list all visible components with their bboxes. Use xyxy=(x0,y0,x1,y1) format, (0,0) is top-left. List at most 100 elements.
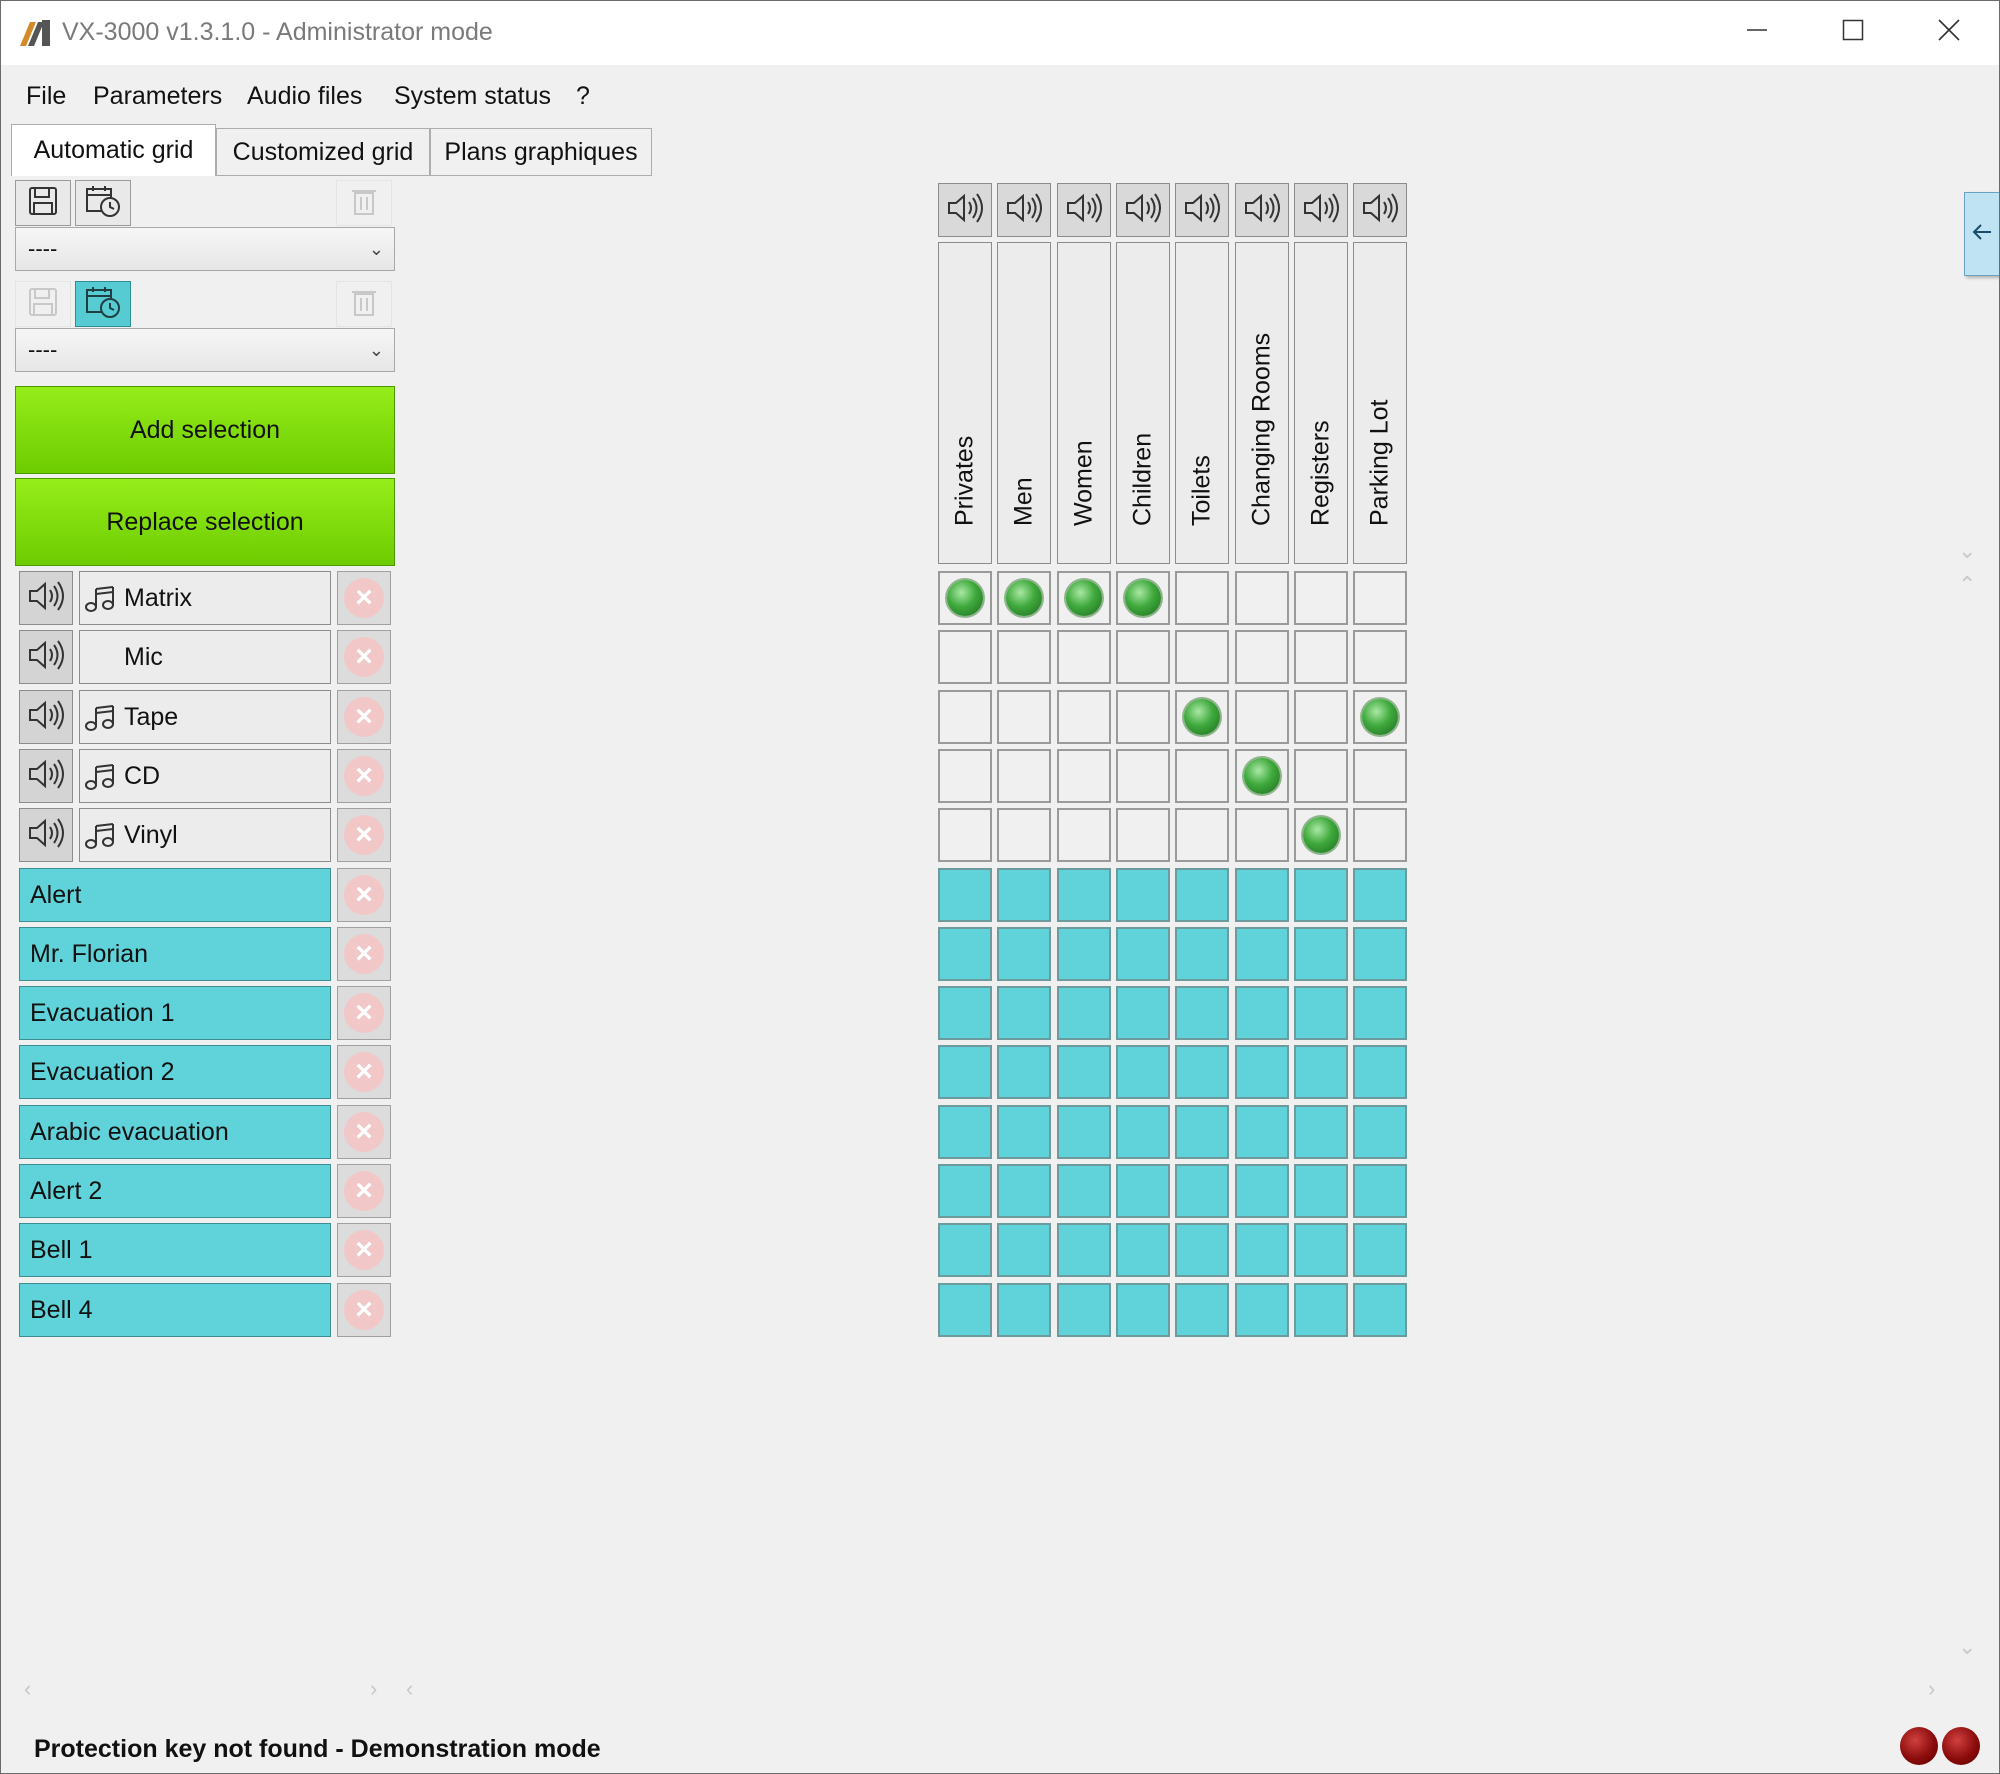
grid-cell[interactable] xyxy=(997,927,1051,981)
grid-cell[interactable] xyxy=(1235,868,1289,922)
monitor-mic-button[interactable] xyxy=(19,630,73,684)
message-alert-button[interactable]: Alert xyxy=(19,868,331,922)
monitor-tape-button[interactable] xyxy=(19,690,73,744)
grid-cell[interactable] xyxy=(1235,1045,1289,1099)
scroll-down-icon[interactable]: ⌄ xyxy=(1958,538,1976,564)
zone-children-monitor-button[interactable] xyxy=(1116,183,1170,237)
grid-cell[interactable] xyxy=(1353,1045,1407,1099)
grid-cell[interactable] xyxy=(1175,749,1229,803)
grid-cell[interactable] xyxy=(1116,690,1170,744)
grid-cell[interactable] xyxy=(938,868,992,922)
grid-cell[interactable] xyxy=(1294,1283,1348,1337)
message-evacuation-1-button[interactable]: Evacuation 1 xyxy=(19,986,331,1040)
grid-cell[interactable] xyxy=(1175,571,1229,625)
add-selection-button[interactable]: Add selection xyxy=(15,386,395,474)
remove-evacuation-1-button[interactable]: × xyxy=(337,986,391,1040)
save-preset-button[interactable] xyxy=(15,180,71,226)
grid-cell[interactable] xyxy=(1294,1223,1348,1277)
source-matrix-button[interactable]: Matrix xyxy=(79,571,331,625)
grid-cell[interactable] xyxy=(1175,868,1229,922)
preset-select-2[interactable]: ---- ⌄ xyxy=(15,328,395,372)
save-schedule-button[interactable] xyxy=(15,281,71,327)
message-mr-florian-button[interactable]: Mr. Florian xyxy=(19,927,331,981)
grid-cell[interactable] xyxy=(1294,927,1348,981)
message-alert-2-button[interactable]: Alert 2 xyxy=(19,1164,331,1218)
grid-cell[interactable] xyxy=(1353,749,1407,803)
grid-cell[interactable] xyxy=(1175,1105,1229,1159)
zone-toilets-monitor-button[interactable] xyxy=(1175,183,1229,237)
grid-cell[interactable] xyxy=(1057,690,1111,744)
remove-arabic-evacuation-button[interactable]: × xyxy=(337,1105,391,1159)
remove-cd-button[interactable]: × xyxy=(337,749,391,803)
grid-cell[interactable] xyxy=(938,808,992,862)
remove-bell-4-button[interactable]: × xyxy=(337,1283,391,1337)
grid-cell[interactable] xyxy=(938,630,992,684)
zone-changing-rooms-monitor-button[interactable] xyxy=(1235,183,1289,237)
grid-cell[interactable] xyxy=(1116,868,1170,922)
grid-cell[interactable] xyxy=(1116,749,1170,803)
menu-file[interactable]: File xyxy=(26,76,66,116)
monitor-vinyl-button[interactable] xyxy=(19,808,73,862)
source-vinyl-button[interactable]: Vinyl xyxy=(79,808,331,862)
grid-cell[interactable] xyxy=(997,630,1051,684)
grid-cell[interactable] xyxy=(1175,927,1229,981)
grid-cell[interactable] xyxy=(938,1164,992,1218)
grid-cell[interactable] xyxy=(1353,630,1407,684)
zone-changing-rooms-header[interactable]: Changing Rooms xyxy=(1235,242,1289,564)
grid-cell[interactable] xyxy=(1294,986,1348,1040)
grid-cell[interactable] xyxy=(1175,630,1229,684)
grid-cell[interactable] xyxy=(1353,1223,1407,1277)
grid-cell[interactable] xyxy=(1353,690,1407,744)
grid-cell[interactable] xyxy=(1057,1283,1111,1337)
remove-alert-2-button[interactable]: × xyxy=(337,1164,391,1218)
schedule-button[interactable] xyxy=(75,180,131,226)
grid-cell[interactable] xyxy=(938,986,992,1040)
grid-cell[interactable] xyxy=(1235,927,1289,981)
grid-cell[interactable] xyxy=(1057,868,1111,922)
grid-cell[interactable] xyxy=(1116,1045,1170,1099)
grid-cell[interactable] xyxy=(1294,1045,1348,1099)
remove-tape-button[interactable]: × xyxy=(337,690,391,744)
remove-evacuation-2-button[interactable]: × xyxy=(337,1045,391,1099)
grid-cell[interactable] xyxy=(997,1283,1051,1337)
zone-parking-lot-header[interactable]: Parking Lot xyxy=(1353,242,1407,564)
zone-registers-monitor-button[interactable] xyxy=(1294,183,1348,237)
zone-privates-header[interactable]: Privates xyxy=(938,242,992,564)
grid-cell[interactable] xyxy=(997,1105,1051,1159)
grid-cell[interactable] xyxy=(1353,1164,1407,1218)
grid-cell[interactable] xyxy=(997,690,1051,744)
message-bell-4-button[interactable]: Bell 4 xyxy=(19,1283,331,1337)
grid-cell[interactable] xyxy=(1175,1045,1229,1099)
message-arabic-evacuation-button[interactable]: Arabic evacuation xyxy=(19,1105,331,1159)
message-evacuation-2-button[interactable]: Evacuation 2 xyxy=(19,1045,331,1099)
grid-cell[interactable] xyxy=(938,1105,992,1159)
remove-bell-1-button[interactable]: × xyxy=(337,1223,391,1277)
grid-cell[interactable] xyxy=(1235,571,1289,625)
grid-cell[interactable] xyxy=(1294,749,1348,803)
tab-customized-grid[interactable]: Customized grid xyxy=(216,128,430,176)
scroll-left-icon[interactable]: ‹ xyxy=(406,1676,413,1702)
monitor-cd-button[interactable] xyxy=(19,749,73,803)
zone-men-monitor-button[interactable] xyxy=(997,183,1051,237)
zone-parking-lot-monitor-button[interactable] xyxy=(1353,183,1407,237)
grid-cell[interactable] xyxy=(1235,630,1289,684)
remove-mr-florian-button[interactable]: × xyxy=(337,927,391,981)
grid-cell[interactable] xyxy=(1175,808,1229,862)
grid-cell[interactable] xyxy=(938,1223,992,1277)
source-mic-button[interactable]: Mic xyxy=(79,630,331,684)
grid-cell[interactable] xyxy=(938,1045,992,1099)
grid-cell[interactable] xyxy=(1175,1164,1229,1218)
zone-women-header[interactable]: Women xyxy=(1057,242,1111,564)
minimize-button[interactable] xyxy=(1709,1,1805,63)
source-cd-button[interactable]: CD xyxy=(79,749,331,803)
grid-cell[interactable] xyxy=(1116,1223,1170,1277)
grid-cell[interactable] xyxy=(1353,1283,1407,1337)
grid-cell[interactable] xyxy=(1294,808,1348,862)
zone-privates-monitor-button[interactable] xyxy=(938,183,992,237)
grid-cell[interactable] xyxy=(938,1283,992,1337)
side-panel-toggle[interactable] xyxy=(1964,192,2000,276)
grid-cell[interactable] xyxy=(1057,986,1111,1040)
zone-registers-header[interactable]: Registers xyxy=(1294,242,1348,564)
monitor-matrix-button[interactable] xyxy=(19,571,73,625)
remove-mic-button[interactable]: × xyxy=(337,630,391,684)
